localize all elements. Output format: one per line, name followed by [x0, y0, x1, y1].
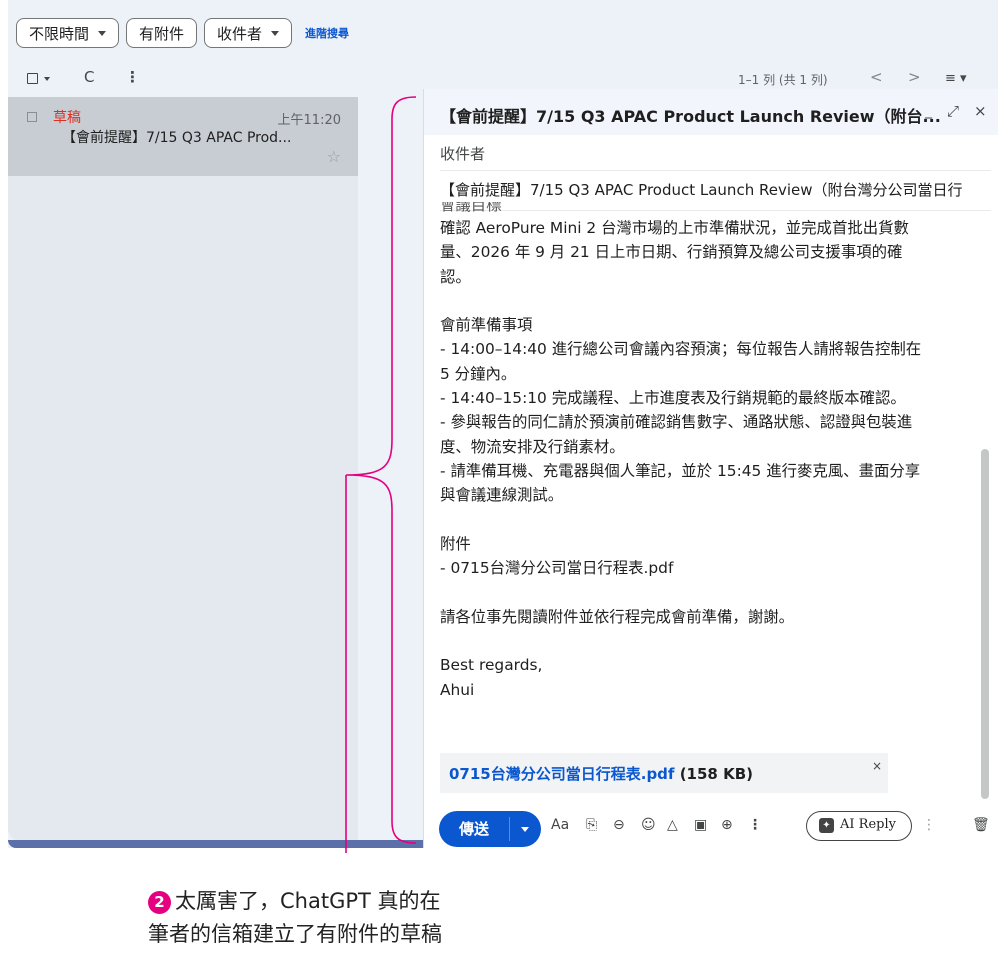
- filter-attachment-label: 有附件: [139, 24, 185, 43]
- row-time: 上午11:20: [277, 113, 341, 128]
- insert-photo-icon[interactable]: ▣: [694, 817, 707, 833]
- compose-title: 【會前提醒】7/15 Q3 APAC Product Launch Review…: [440, 107, 941, 126]
- recipients-label: 收件者: [440, 145, 486, 163]
- formatting-icon[interactable]: Aa: [551, 817, 569, 833]
- send-button[interactable]: 傳送: [439, 811, 541, 847]
- compose-window: 【會前提醒】7/15 Q3 APAC Product Launch Review…: [423, 89, 998, 848]
- ai-more-icon[interactable]: ⋮: [922, 817, 936, 833]
- body-request: 請各位事先閱讀附件並依行程完成會前準備，謝謝。: [440, 607, 794, 626]
- more-options-icon[interactable]: ⋮: [125, 68, 140, 86]
- density-menu-icon[interactable]: ≡ ▾: [945, 71, 967, 86]
- attach-file-icon[interactable]: ⎘: [586, 817, 597, 833]
- filter-recipient-chip[interactable]: 收件者: [204, 18, 293, 48]
- advanced-search-link[interactable]: 進階搜尋: [305, 25, 349, 41]
- message-body[interactable]: 會議目標 確認 AeroPure Mini 2 台灣市場的上市準備狀況，並完成首…: [440, 202, 975, 772]
- confidential-mode-icon[interactable]: ⊕: [721, 817, 733, 833]
- filter-attachment-chip[interactable]: 有附件: [126, 18, 198, 48]
- expand-icon[interactable]: ⤢: [947, 102, 959, 120]
- close-icon[interactable]: ×: [974, 102, 987, 120]
- send-label: 傳送: [458, 820, 489, 838]
- compose-header: 【會前提醒】7/15 Q3 APAC Product Launch Review…: [424, 89, 998, 135]
- select-menu-chevron-icon[interactable]: [44, 77, 50, 81]
- body-prep: 會前準備事項 - 14:00–14:40 進行總公司會議內容預演；每位報告人請將…: [440, 316, 922, 505]
- body-cut-line: 會議目標: [440, 202, 502, 214]
- ai-reply-label: AI Reply: [840, 817, 896, 832]
- pagination-count: 1–1 列 (共 1 列): [738, 73, 828, 87]
- body-signature: Best regards, Ahui: [440, 656, 543, 699]
- ai-sparkle-icon: ✦: [819, 818, 834, 833]
- insert-link-icon[interactable]: ⊖: [613, 817, 625, 833]
- emoji-icon[interactable]: ☺: [641, 817, 656, 833]
- caption-line-2: 筆者的信箱建立了有附件的草稿: [148, 922, 442, 946]
- remove-attachment-icon[interactable]: ×: [872, 759, 882, 773]
- body-attachments: 附件 - 0715台灣分公司當日行程表.pdf: [440, 534, 674, 578]
- more-options-icon[interactable]: ⋮: [748, 817, 762, 833]
- chevron-down-icon: [271, 30, 280, 36]
- search-filters: 不限時間 有附件 收件者 進階搜尋: [16, 18, 349, 48]
- refresh-icon[interactable]: C: [84, 68, 94, 86]
- attachment-name[interactable]: 0715台灣分公司當日行程表.pdf (158 KB): [449, 763, 753, 784]
- row-checkbox[interactable]: [27, 112, 37, 122]
- filter-recipient-label: 收件者: [217, 24, 263, 43]
- delete-draft-icon[interactable]: 🗑: [972, 817, 990, 833]
- minimize-icon[interactable]: _: [925, 103, 932, 119]
- step-badge: 2: [148, 891, 171, 914]
- ai-reply-button[interactable]: ✦ AI Reply: [806, 811, 912, 841]
- body-scrollbar[interactable]: [981, 449, 989, 799]
- attachment-chip[interactable]: 0715台灣分公司當日行程表.pdf (158 KB) ×: [440, 753, 888, 793]
- subject-value: 【會前提醒】7/15 Q3 APAC Product Launch Review…: [440, 181, 963, 199]
- message-list: 草稿 上午11:20 【會前提醒】7/15 Q3 APAC Prod... ☆: [8, 97, 358, 842]
- recipients-field[interactable]: 收件者: [440, 137, 991, 171]
- filter-time-chip[interactable]: 不限時間: [16, 18, 120, 48]
- attachment-size: (158 KB): [679, 765, 753, 783]
- next-page-icon[interactable]: >: [908, 68, 921, 86]
- list-item[interactable]: 草稿 上午11:20 【會前提醒】7/15 Q3 APAC Prod... ☆: [8, 97, 358, 176]
- list-toolbar: C ⋮ 1–1 列 (共 1 列) < > ≡ ▾: [8, 64, 998, 92]
- row-subject: 【會前提醒】7/15 Q3 APAC Prod...: [62, 130, 292, 146]
- caption-line-1: 2 太厲害了，ChatGPT 真的在: [148, 885, 442, 918]
- gmail-app: 不限時間 有附件 收件者 進階搜尋 C ⋮ 1–1 列 (共 1 列) < > …: [8, 0, 998, 848]
- compose-footer: 傳送 Aa ⎘ ⊖ ☺ △ ▣ ⊕ ⋮ ✦ AI Reply ⋮ 🗑: [424, 801, 998, 847]
- google-drive-icon[interactable]: △: [667, 817, 678, 833]
- chevron-down-icon: [98, 30, 107, 36]
- filter-time-label: 不限時間: [29, 24, 90, 43]
- send-divider: [509, 817, 510, 841]
- send-options-chevron-icon[interactable]: [521, 827, 529, 832]
- select-all-checkbox[interactable]: [27, 73, 38, 84]
- body-goal: 確認 AeroPure Mini 2 台灣市場的上市準備狀況，並完成首批出貨數 …: [440, 219, 909, 286]
- draft-label: 草稿: [53, 110, 81, 126]
- annotation-caption: 2 太厲害了，ChatGPT 真的在 筆者的信箱建立了有附件的草稿: [148, 885, 442, 951]
- annotation-bracket: [345, 96, 417, 853]
- prev-page-icon[interactable]: <: [870, 68, 883, 86]
